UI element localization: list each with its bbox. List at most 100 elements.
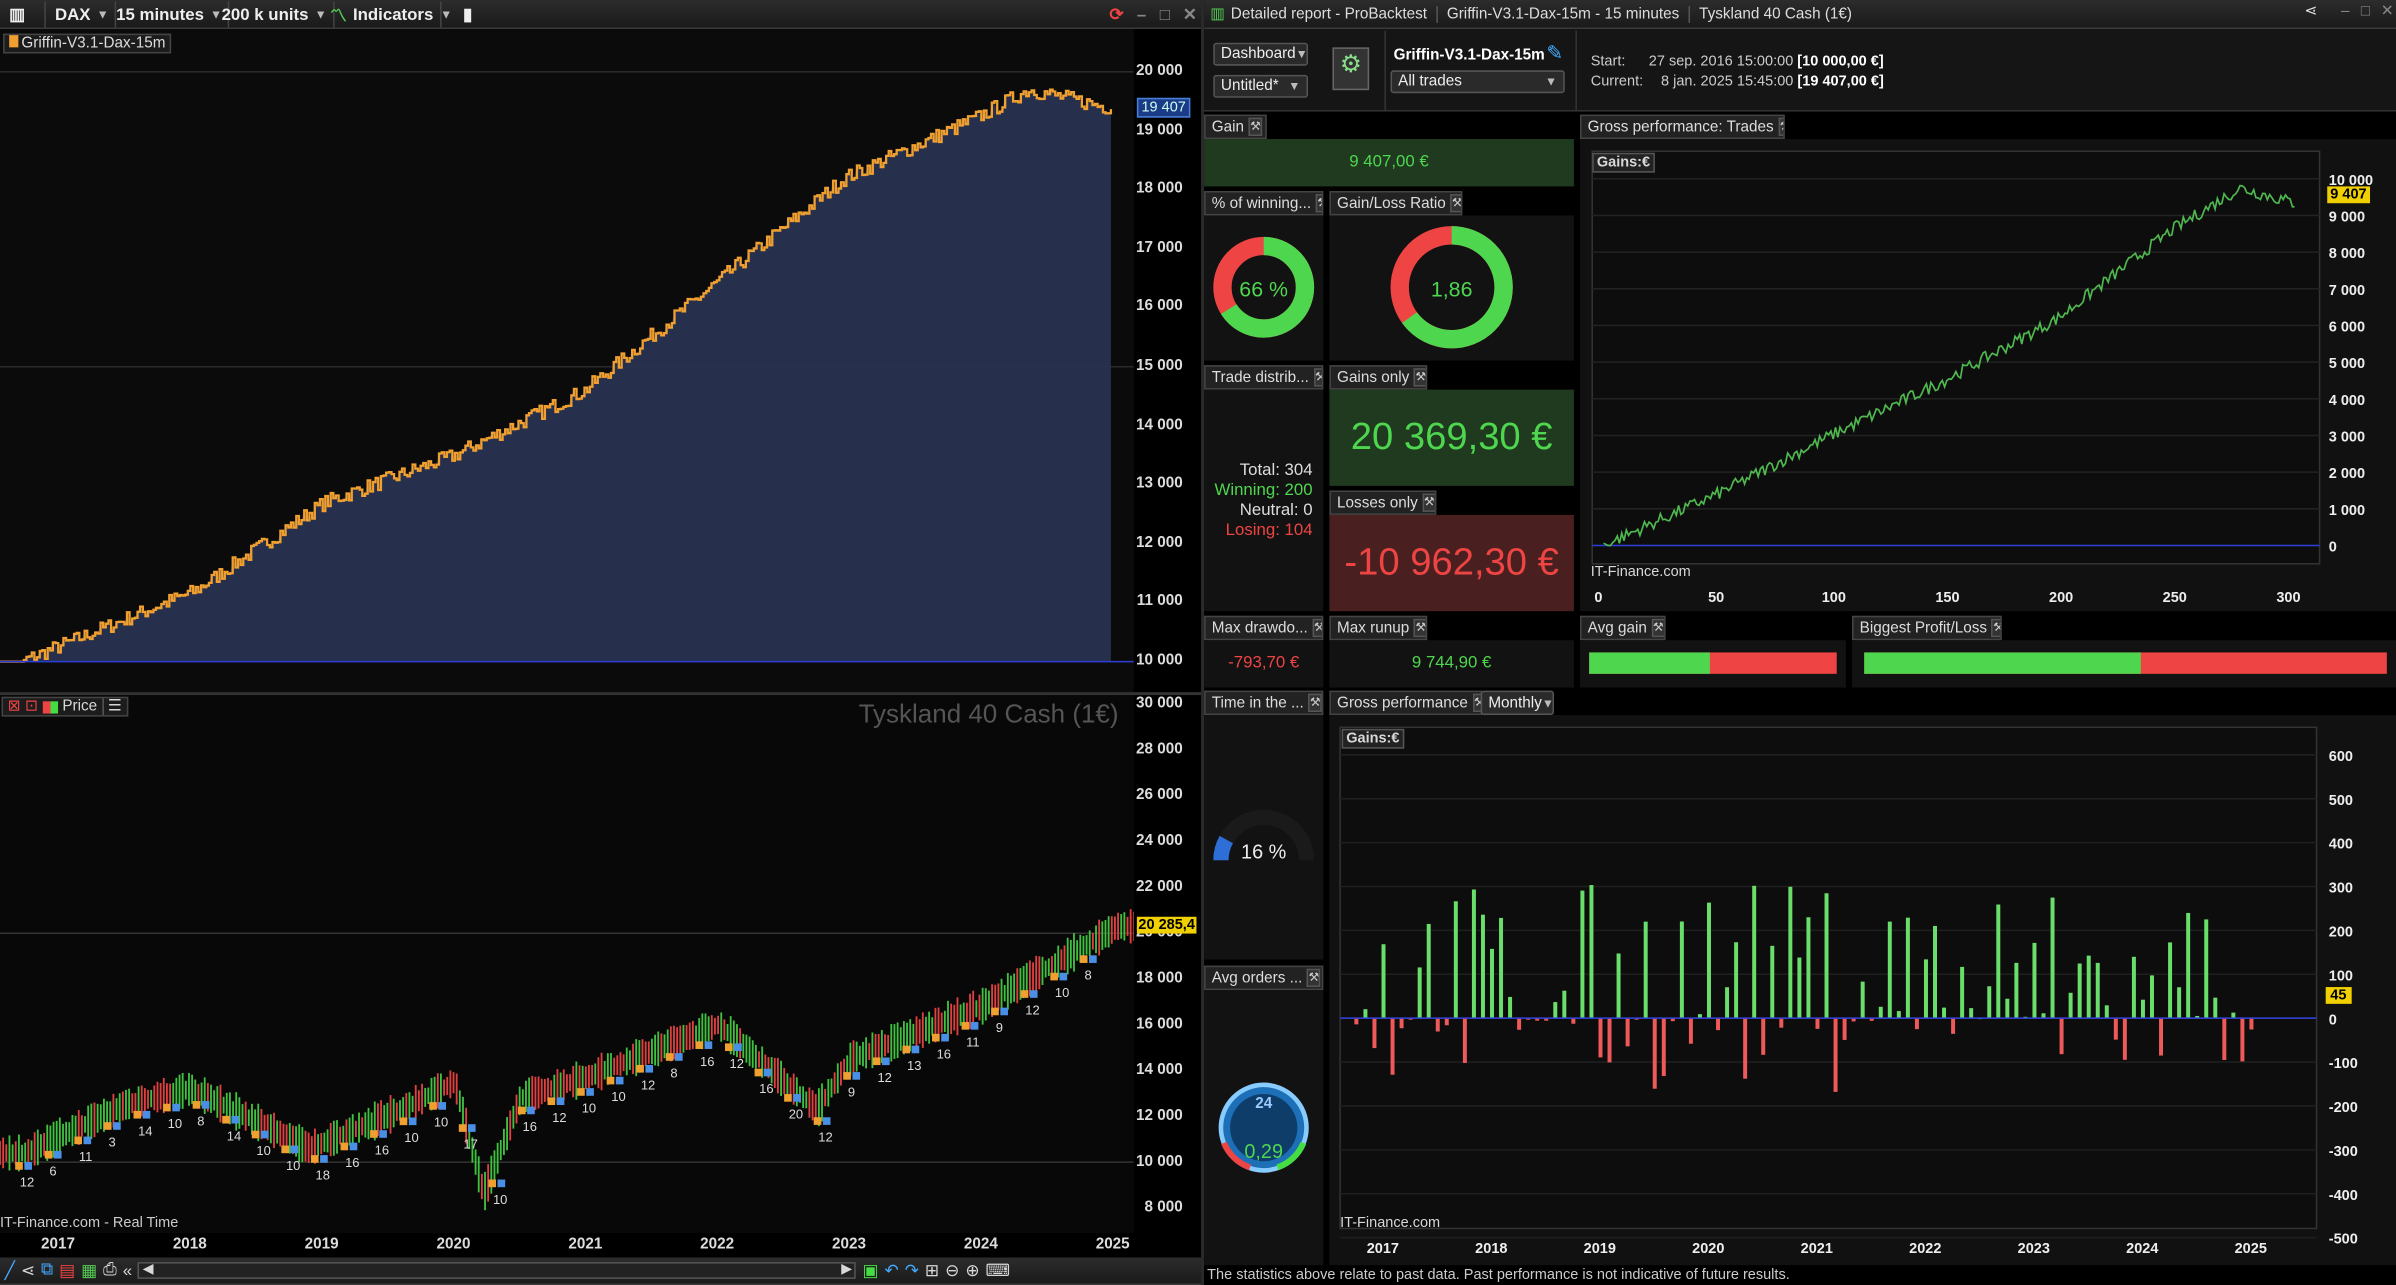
sync-icon[interactable]: ⟳ — [1103, 2, 1129, 28]
current-label: Current: — [1590, 73, 1644, 91]
trades-select-label: All trades — [1398, 73, 1462, 91]
info-icon[interactable]: ▮ — [457, 2, 478, 28]
redo-icon[interactable]: ↷ — [905, 1261, 919, 1280]
monthly-bar — [1815, 1018, 1820, 1029]
instrument-title-tab[interactable]: Tyskland 40 Cash (1€) — [1690, 5, 1861, 22]
trade-marker-label: 16 — [375, 1143, 389, 1158]
gain-wrench-icon[interactable]: ⚒ — [1248, 117, 1263, 136]
print-icon[interactable]: ⎙ — [103, 1261, 116, 1281]
losses-only-wrench-icon[interactable]: ⚒ — [1422, 493, 1435, 512]
gain-widget-title[interactable]: Gain ⚒ — [1204, 114, 1267, 140]
report-title-tab[interactable]: Detailed report - ProBacktest — [1231, 5, 1438, 23]
drawdown-wrench-icon[interactable]: ⚒ — [1312, 618, 1322, 638]
trade-marker — [822, 1117, 831, 1125]
equity-chart[interactable]: Griffin-V3.1-Dax-15m — [0, 29, 1134, 693]
gross-trades-widget-title[interactable]: Gross performance: Trades⚒ — [1580, 114, 1785, 140]
avg-gain-wrench-icon[interactable]: ⚒ — [1651, 618, 1665, 638]
price-x-axis: 2017 2018 2019 2020 2021 2022 2023 2024 2025 — [0, 1233, 1202, 1258]
start-value: [10 000,00 €] — [1797, 53, 1884, 71]
monthly-bar — [1390, 1018, 1395, 1075]
trade-marker-label: 8 — [670, 1066, 677, 1081]
avg-orders-wrench-icon[interactable]: ⚒ — [1306, 968, 1321, 988]
gross-trades-wrench-icon[interactable]: ⚒ — [1778, 117, 1784, 136]
trade-marker — [320, 1155, 328, 1163]
layout-select[interactable]: Untitled* ▼ — [1213, 74, 1309, 98]
report-minimize-icon[interactable]: – — [2341, 3, 2350, 20]
scroll-left-fast-icon[interactable]: « — [123, 1261, 132, 1279]
biggest-widget-title[interactable]: Biggest Profit/Loss⚒ — [1852, 615, 2002, 641]
report-icon[interactable]: ▤ — [59, 1261, 75, 1280]
trades-y-tick: 8 000 — [2329, 246, 2365, 262]
undo-icon[interactable]: ↶ — [885, 1261, 899, 1280]
units-select[interactable]: 200 k units ▼ — [215, 1, 335, 28]
trade-marker-label: 11 — [79, 1149, 92, 1164]
report-close-icon[interactable]: ✕ — [2381, 3, 2394, 20]
trade-marker — [784, 1094, 792, 1102]
gains-only-panel: 20 369,30 € — [1329, 389, 1574, 486]
zoom-out-icon[interactable]: ⊖ — [945, 1261, 959, 1280]
avg-gain-widget-title[interactable]: Avg gain ⚒ — [1580, 615, 1666, 641]
layout-menu-icon[interactable]: ▥ — [3, 1, 46, 28]
zoom-area-icon[interactable]: ⊞ — [925, 1261, 939, 1280]
calendar-icon[interactable]: ▣ — [863, 1261, 879, 1280]
runup-wrench-icon[interactable]: ⚒ — [1413, 618, 1426, 638]
scroll-left-arrow-icon[interactable]: ◀ — [143, 1261, 154, 1278]
monthly-x-tick: 2025 — [2235, 1241, 2267, 1257]
gain-title: Gain — [1211, 118, 1245, 136]
time-wrench-icon[interactable]: ⚒ — [1308, 693, 1322, 713]
share-report-icon[interactable]: ⋖ — [2304, 3, 2317, 20]
price-chart[interactable]: ⊠ ⊡ Price ☰ Tyskland 40 Cash (1€) 12 6 11 3 1… — [0, 695, 1134, 1234]
gross-monthly-panel[interactable]: 600 500 400 300 200 100 0 -100 -200 -300 -400 -500 2… — [1329, 715, 2396, 1266]
ratio-widget-title[interactable]: Gain/Loss Ratio ⚒ — [1329, 190, 1463, 216]
equity-y-tick: 19 000 — [1135, 121, 1183, 139]
scroll-right-arrow-icon[interactable]: ▶ — [841, 1261, 852, 1278]
biggest-wrench-icon[interactable]: ⚒ — [1991, 618, 2001, 638]
draw-line-icon[interactable]: ╱ — [5, 1261, 15, 1280]
period-select[interactable]: Monthly ▼ — [1480, 690, 1555, 716]
view-select[interactable]: Dashboard ▼ — [1213, 42, 1309, 66]
share-icon[interactable]: ⋖ — [21, 1261, 35, 1280]
monthly-bar — [2204, 919, 2209, 1019]
timeframe-select[interactable]: 15 minutes ▼ — [110, 1, 230, 28]
keyboard-icon[interactable]: ⌨ — [986, 1261, 1010, 1280]
table-icon[interactable]: ▦ — [81, 1261, 97, 1280]
gains-only-wrench-icon[interactable]: ⚒ — [1413, 368, 1426, 387]
winning-wrench-icon[interactable]: ⚒ — [1315, 194, 1322, 213]
indicators-button[interactable]: 〽 Indicators — [324, 1, 441, 28]
time-title: Time in the ... — [1211, 694, 1304, 712]
copy-icon[interactable]: ⧉ — [41, 1261, 53, 1281]
distrib-widget-title[interactable]: Trade distrib...⚒ — [1204, 365, 1324, 390]
system-title-tab[interactable]: Griffin-V3.1-Dax-15m - 15 minutes — [1438, 5, 1690, 23]
maximize-icon[interactable]: □ — [1154, 2, 1176, 28]
avg-orders-title: Avg orders ... — [1211, 969, 1303, 987]
runup-widget-title[interactable]: Max runup ⚒ — [1329, 615, 1428, 641]
drawdown-widget-title[interactable]: Max drawdo...⚒ — [1204, 615, 1324, 641]
trade-marker-label: 12 — [877, 1070, 891, 1085]
avg-gain-panel — [1580, 640, 1846, 688]
gross-monthly-widget-title[interactable]: Gross performance⚒ — [1329, 690, 1483, 716]
distrib-wrench-icon[interactable]: ⚒ — [1313, 368, 1322, 387]
gains-only-widget-title[interactable]: Gains only ⚒ — [1329, 365, 1428, 390]
ratio-title: Gain/Loss Ratio — [1337, 194, 1446, 212]
minimize-icon[interactable]: – — [1131, 2, 1153, 28]
gross-trades-panel[interactable]: 10 000 9 000 8 000 7 000 6 000 5 000 4 000 3 00… — [1580, 139, 2396, 612]
chart-scrollbar[interactable]: ◀ ▶ — [138, 1261, 857, 1279]
report-maximize-icon[interactable]: □ — [2361, 3, 2370, 20]
distrib-losing: Losing: 104 — [1225, 521, 1313, 540]
trade-marker-label: 10 — [256, 1143, 270, 1158]
ratio-wrench-icon[interactable]: ⚒ — [1450, 194, 1461, 213]
trade-marker-label: 12 — [1025, 1003, 1039, 1018]
winning-widget-title[interactable]: % of winning...⚒ — [1204, 190, 1324, 216]
instrument-select[interactable]: DAX ▼ — [49, 1, 117, 28]
edit-system-icon[interactable]: ✎ — [1546, 41, 1563, 65]
units-label: 200 k units — [221, 5, 309, 24]
losses-only-widget-title[interactable]: Losses only ⚒ — [1329, 490, 1437, 515]
indicators-dropdown-icon[interactable]: ▼ — [434, 2, 458, 28]
system-settings-icon[interactable]: ⚙ — [1332, 47, 1370, 91]
avg-orders-widget-title[interactable]: Avg orders ... ⚒ — [1204, 965, 1324, 991]
monthly-bar — [1842, 1018, 1847, 1040]
time-widget-title[interactable]: Time in the ... ⚒ — [1204, 690, 1324, 716]
trades-select[interactable]: All trades ▼ — [1390, 70, 1565, 94]
close-icon[interactable]: ✕ — [1177, 2, 1203, 28]
zoom-in-icon[interactable]: ⊕ — [965, 1261, 979, 1280]
